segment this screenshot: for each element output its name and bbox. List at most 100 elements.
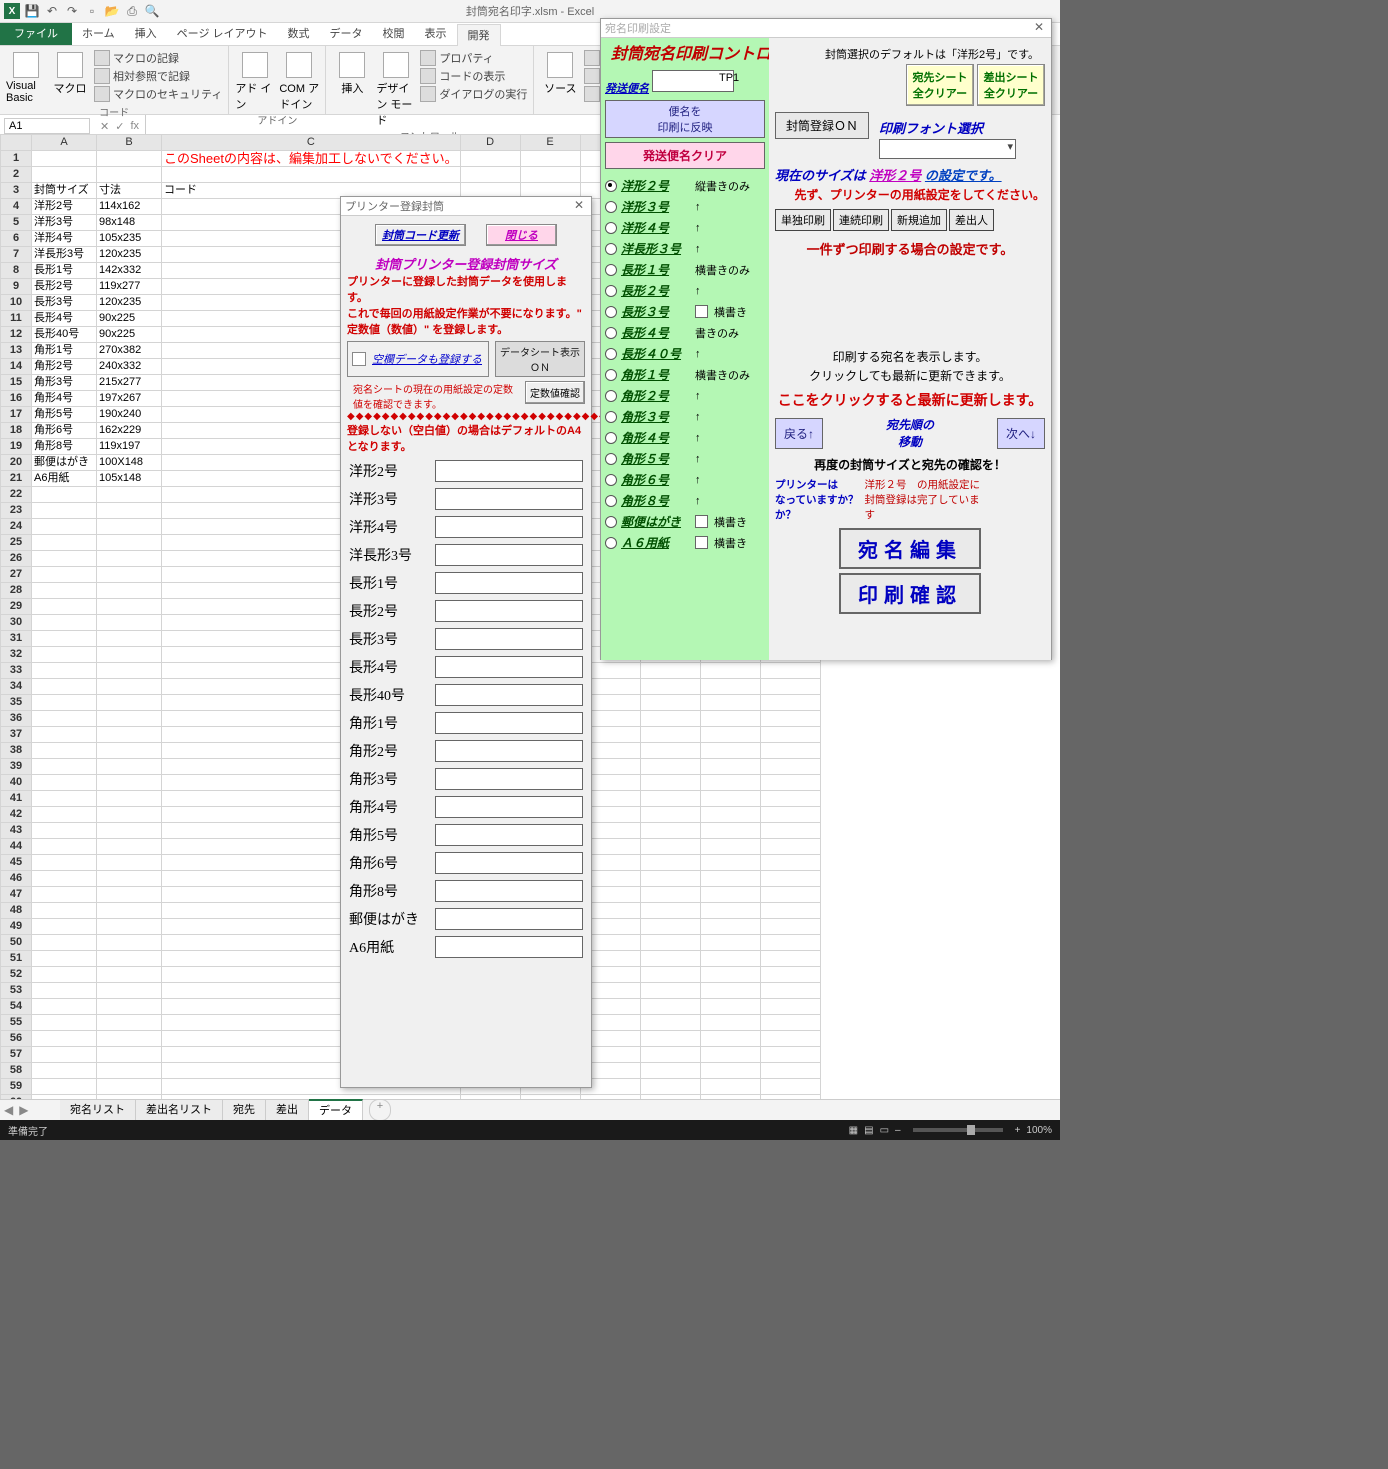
cell[interactable] [700,951,760,967]
cell[interactable] [700,663,760,679]
new-icon[interactable]: ▫ [84,3,100,19]
cell[interactable] [640,935,700,951]
radio-icon[interactable] [605,453,617,465]
cell[interactable] [97,519,162,535]
cell[interactable] [700,871,760,887]
row-header[interactable]: 45 [1,855,32,871]
row-header[interactable]: 57 [1,1047,32,1063]
clear-sender-button[interactable]: 差出シート 全クリアー [977,64,1045,106]
envelope-code-input[interactable] [435,740,583,762]
cell[interactable]: 長形40号 [32,327,97,343]
cell[interactable] [640,1047,700,1063]
row-header[interactable]: 5 [1,215,32,231]
row-header[interactable]: 38 [1,743,32,759]
row-header[interactable]: 18 [1,423,32,439]
tab-file[interactable]: ファイル [0,23,72,45]
cell[interactable] [760,855,820,871]
cell[interactable] [700,967,760,983]
save-icon[interactable]: 💾 [24,3,40,19]
cell[interactable] [520,151,580,167]
cell[interactable] [32,855,97,871]
cell[interactable] [162,167,461,183]
cell[interactable] [640,743,700,759]
zoom-in-icon[interactable]: + [1015,1125,1021,1136]
envelope-register-button[interactable]: 封筒登録ＯＮ [775,112,869,139]
cell[interactable] [97,775,162,791]
cell[interactable]: 119x197 [97,439,162,455]
cell[interactable] [32,535,97,551]
envelope-code-input[interactable] [435,936,583,958]
cell[interactable]: 角形3号 [32,375,97,391]
radio-icon[interactable] [605,243,617,255]
envelope-option[interactable]: 長形２号 [621,282,691,299]
cell[interactable] [700,935,760,951]
envelope-option[interactable]: 角形５号 [621,450,691,467]
cell[interactable] [32,487,97,503]
print-icon[interactable]: ⎙ [124,3,140,19]
row-header[interactable]: 7 [1,247,32,263]
cell[interactable]: 90x225 [97,311,162,327]
cell[interactable] [32,151,97,167]
row-header[interactable]: 17 [1,407,32,423]
radio-icon[interactable] [605,306,617,318]
cell[interactable] [32,679,97,695]
cell[interactable]: 寸法 [97,183,162,199]
cell[interactable] [97,887,162,903]
row-header[interactable]: 58 [1,1063,32,1079]
edit-name-button[interactable]: 宛名編集 [839,528,981,569]
col-header[interactable]: C [162,135,461,151]
sheet-tab[interactable]: データ [309,1099,363,1121]
cell[interactable] [97,167,162,183]
cell[interactable] [640,951,700,967]
cell[interactable]: 142x332 [97,263,162,279]
radio-icon[interactable] [605,369,617,381]
cell[interactable] [640,711,700,727]
row-header[interactable]: 14 [1,359,32,375]
cell[interactable]: 角形4号 [32,391,97,407]
com-addin-button[interactable]: COM アドイン [279,48,319,112]
cell[interactable] [32,1063,97,1079]
envelope-code-input[interactable] [435,572,583,594]
cell[interactable] [760,743,820,759]
cell[interactable]: 長形2号 [32,279,97,295]
cell[interactable] [760,695,820,711]
envelope-code-input[interactable] [435,852,583,874]
cell[interactable] [32,1015,97,1031]
cell[interactable] [97,791,162,807]
mode-continuous-button[interactable]: 連続印刷 [833,209,889,231]
envelope-code-input[interactable] [435,880,583,902]
view-layout-icon[interactable]: ▤ [864,1125,873,1136]
row-header[interactable]: 29 [1,599,32,615]
cell[interactable]: 215x277 [97,375,162,391]
cell[interactable]: 190x240 [97,407,162,423]
row-header[interactable]: 56 [1,1031,32,1047]
cell[interactable] [97,1047,162,1063]
cell[interactable] [32,167,97,183]
cell[interactable] [700,1031,760,1047]
row-header[interactable]: 50 [1,935,32,951]
cell[interactable] [97,743,162,759]
cell[interactable] [640,871,700,887]
col-header[interactable]: D [460,135,520,151]
cell[interactable] [700,839,760,855]
envelope-option[interactable]: 長形４号 [621,324,691,341]
row-header[interactable]: 16 [1,391,32,407]
cell[interactable] [760,663,820,679]
cell[interactable] [700,823,760,839]
cell[interactable] [640,663,700,679]
cell[interactable] [460,167,520,183]
row-header[interactable]: 31 [1,631,32,647]
row-header[interactable]: 21 [1,471,32,487]
row-header[interactable]: 39 [1,759,32,775]
cell[interactable] [97,823,162,839]
envelope-option[interactable]: 洋形３号 [621,198,691,215]
cell[interactable] [700,887,760,903]
cell[interactable] [700,679,760,695]
name-box[interactable]: A1 [4,118,90,134]
checkbox-icon[interactable] [695,515,708,528]
cell[interactable] [32,727,97,743]
cell[interactable] [97,1079,162,1095]
row-header[interactable]: 59 [1,1079,32,1095]
cell[interactable] [760,887,820,903]
row-header[interactable]: 51 [1,951,32,967]
